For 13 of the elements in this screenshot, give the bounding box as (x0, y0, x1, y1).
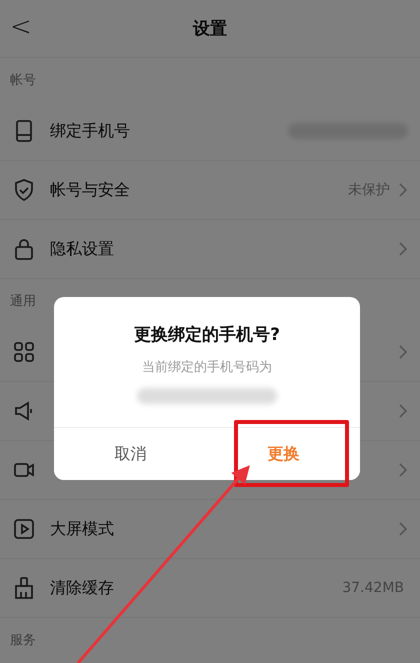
dialog-title: 更换绑定的手机号? (134, 324, 280, 346)
row-label: 大屏模式 (50, 518, 115, 540)
row-value: 未保护 (348, 181, 390, 199)
page-title: 设置 (193, 18, 227, 40)
section-label: 帐号 (10, 72, 36, 89)
section-label: 通用 (10, 293, 36, 310)
row-label: 清除缓存 (50, 578, 115, 598)
dialog-message: 当前绑定的手机号码为 (142, 359, 272, 376)
row-label: 帐号与安全 (50, 180, 131, 200)
row-label: 隐私设置 (50, 238, 115, 260)
section-label: 服务 (10, 632, 36, 649)
row-label: 绑定手机号 (50, 120, 131, 142)
row-value: 37.42MB (342, 580, 404, 596)
